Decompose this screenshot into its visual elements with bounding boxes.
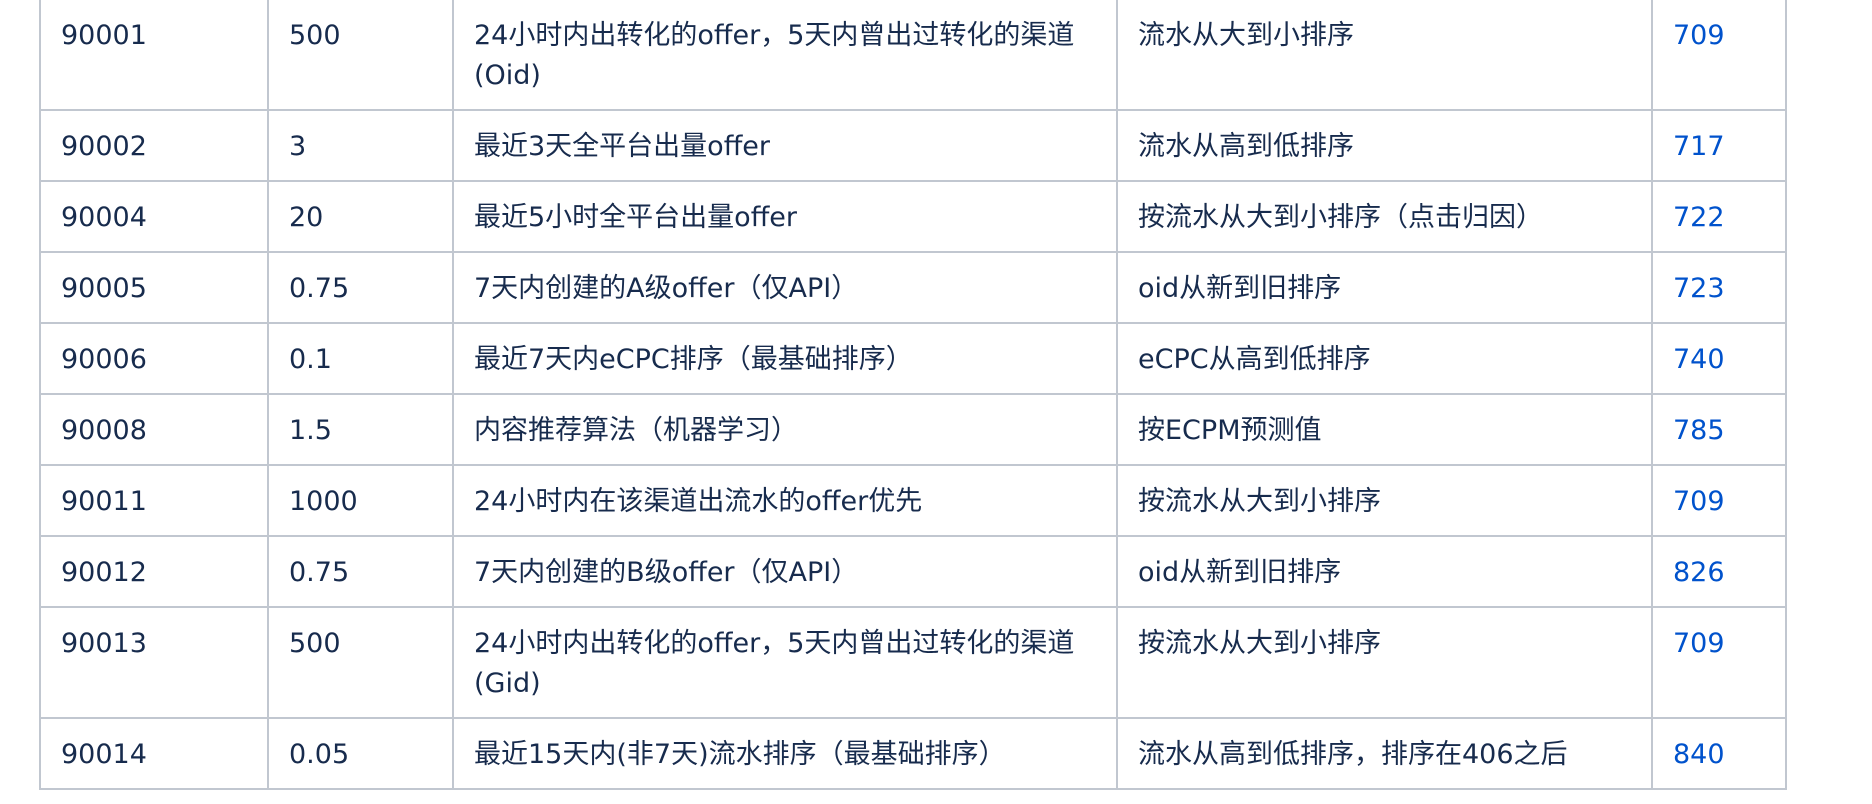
- cell-link: 840: [1651, 717, 1787, 790]
- table-row: 90013 500 24小时内出转化的offer，5天内曾出过转化的渠道(Gid…: [39, 606, 1787, 719]
- table-row: 90002 3 最近3天全平台出量offer 流水从高到低排序 717: [39, 109, 1787, 182]
- cell-link: 722: [1651, 180, 1787, 253]
- cell-description: 24小时内出转化的offer，5天内曾出过转化的渠道(Oid): [452, 0, 1118, 111]
- cell-link: 740: [1651, 322, 1787, 395]
- cell-sort-rule: 流水从高到低排序，排序在406之后: [1116, 717, 1653, 790]
- cell-id: 90006: [39, 322, 269, 395]
- table-row: 90011 1000 24小时内在该渠道出流水的offer优先 按流水从大到小排…: [39, 464, 1787, 537]
- cell-link: 785: [1651, 393, 1787, 466]
- cell-description: 最近3天全平台出量offer: [452, 109, 1118, 182]
- page-link[interactable]: 717: [1673, 131, 1725, 162]
- cell-id: 90012: [39, 535, 269, 608]
- page-link[interactable]: 723: [1673, 273, 1725, 304]
- cell-id: 90008: [39, 393, 269, 466]
- cell-weight: 20: [267, 180, 454, 253]
- cell-description: 内容推荐算法（机器学习）: [452, 393, 1118, 466]
- cell-link: 709: [1651, 464, 1787, 537]
- cell-sort-rule: 按流水从大到小排序: [1116, 464, 1653, 537]
- cell-id: 90001: [39, 0, 269, 111]
- cell-description: 最近15天内(非7天)流水排序（最基础排序）: [452, 717, 1118, 790]
- page-link[interactable]: 722: [1673, 202, 1725, 233]
- cell-id: 90002: [39, 109, 269, 182]
- cell-description: 7天内创建的B级offer（仅API）: [452, 535, 1118, 608]
- cell-description: 24小时内出转化的offer，5天内曾出过转化的渠道(Gid): [452, 606, 1118, 719]
- page-link[interactable]: 709: [1673, 20, 1725, 51]
- cell-sort-rule: 流水从高到低排序: [1116, 109, 1653, 182]
- cell-weight: 0.1: [267, 322, 454, 395]
- page-link[interactable]: 826: [1673, 557, 1725, 588]
- cell-link: 717: [1651, 109, 1787, 182]
- table-row: 90005 0.75 7天内创建的A级offer（仅API） oid从新到旧排序…: [39, 251, 1787, 324]
- cell-sort-rule: oid从新到旧排序: [1116, 251, 1653, 324]
- cell-weight: 0.75: [267, 535, 454, 608]
- cell-id: 90014: [39, 717, 269, 790]
- table-row: 90001 500 24小时内出转化的offer，5天内曾出过转化的渠道(Oid…: [39, 0, 1787, 111]
- table-row: 90006 0.1 最近7天内eCPC排序（最基础排序） eCPC从高到低排序 …: [39, 322, 1787, 395]
- cell-weight: 0.75: [267, 251, 454, 324]
- cell-id: 90005: [39, 251, 269, 324]
- cell-sort-rule: 流水从大到小排序: [1116, 0, 1653, 111]
- cell-sort-rule: 按流水从大到小排序（点击归因）: [1116, 180, 1653, 253]
- cell-link: 826: [1651, 535, 1787, 608]
- cell-weight: 3: [267, 109, 454, 182]
- cell-description: 7天内创建的A级offer（仅API）: [452, 251, 1118, 324]
- table-row: 90014 0.05 最近15天内(非7天)流水排序（最基础排序） 流水从高到低…: [39, 717, 1787, 790]
- cell-id: 90013: [39, 606, 269, 719]
- cell-link: 709: [1651, 0, 1787, 111]
- page-link[interactable]: 840: [1673, 739, 1725, 770]
- cell-weight: 1.5: [267, 393, 454, 466]
- cell-description: 最近5小时全平台出量offer: [452, 180, 1118, 253]
- cell-description: 24小时内在该渠道出流水的offer优先: [452, 464, 1118, 537]
- cell-id: 90011: [39, 464, 269, 537]
- cell-sort-rule: 按ECPM预测值: [1116, 393, 1653, 466]
- page-link[interactable]: 740: [1673, 344, 1725, 375]
- cell-sort-rule: oid从新到旧排序: [1116, 535, 1653, 608]
- cell-link: 723: [1651, 251, 1787, 324]
- table-row: 90012 0.75 7天内创建的B级offer（仅API） oid从新到旧排序…: [39, 535, 1787, 608]
- table-row: 90008 1.5 内容推荐算法（机器学习） 按ECPM预测值 785: [39, 393, 1787, 466]
- page-link[interactable]: 785: [1673, 415, 1725, 446]
- cell-sort-rule: eCPC从高到低排序: [1116, 322, 1653, 395]
- strategy-table-container: 90001 500 24小时内出转化的offer，5天内曾出过转化的渠道(Oid…: [39, 0, 1787, 790]
- table-row: 90004 20 最近5小时全平台出量offer 按流水从大到小排序（点击归因）…: [39, 180, 1787, 253]
- page-link[interactable]: 709: [1673, 486, 1725, 517]
- cell-weight: 500: [267, 0, 454, 111]
- strategy-table: 90001 500 24小时内出转化的offer，5天内曾出过转化的渠道(Oid…: [39, 0, 1787, 790]
- cell-weight: 0.05: [267, 717, 454, 790]
- cell-weight: 1000: [267, 464, 454, 537]
- cell-description: 最近7天内eCPC排序（最基础排序）: [452, 322, 1118, 395]
- cell-weight: 500: [267, 606, 454, 719]
- cell-link: 709: [1651, 606, 1787, 719]
- page-link[interactable]: 709: [1673, 628, 1725, 659]
- cell-sort-rule: 按流水从大到小排序: [1116, 606, 1653, 719]
- cell-id: 90004: [39, 180, 269, 253]
